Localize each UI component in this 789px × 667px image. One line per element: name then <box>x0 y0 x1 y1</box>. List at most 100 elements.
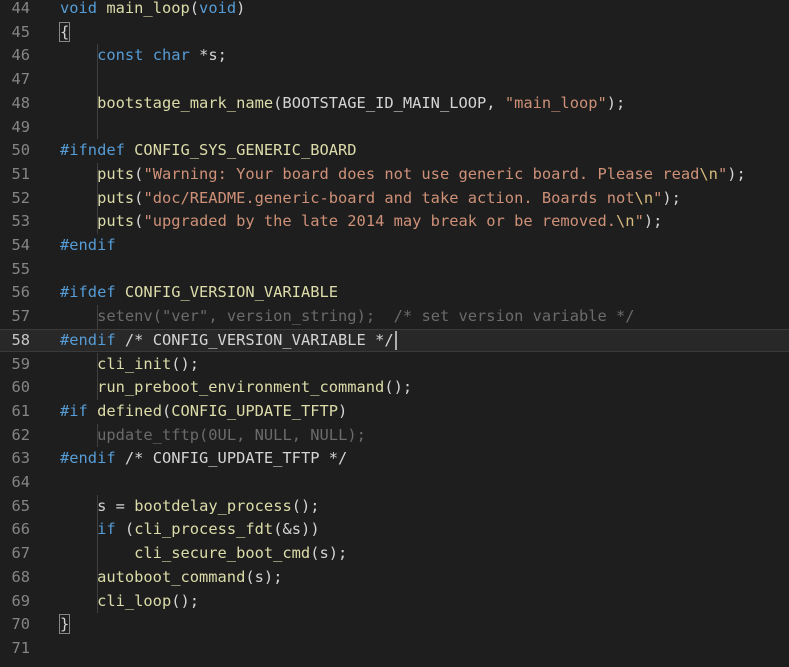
code-editor[interactable]: 44 void main_loop(void) 45{46 const char *… <box>0 0 789 667</box>
line-code: setenv("ver", version_string); /* set ve… <box>60 305 634 329</box>
code-token: ) <box>606 93 617 112</box>
code-token: , <box>486 93 505 112</box>
code-token: ) <box>662 188 672 207</box>
line-number: 57 <box>11 307 30 326</box>
line-number: 53 <box>11 212 30 231</box>
code-line[interactable]: 48 bootstage_mark_name(BOOTSTAGE_ID_MAIN… <box>0 92 789 116</box>
indent-guide <box>96 162 98 234</box>
code-token: , <box>291 425 311 444</box>
code-token: s <box>208 46 218 65</box>
code-token: ; <box>310 496 320 515</box>
code-token: NULL <box>254 425 292 444</box>
code-token: & <box>282 520 292 539</box>
code-token: ; <box>189 354 200 373</box>
code-line[interactable]: 59 cli_init(); <box>0 353 789 377</box>
line-code: autoboot_command(s); <box>60 566 282 590</box>
code-token: void <box>199 0 237 17</box>
line-number: 69 <box>11 591 30 610</box>
code-token: ; <box>338 544 348 563</box>
code-line[interactable]: 67 cli_secure_boot_cmd(s); <box>0 542 789 566</box>
line-code: puts("Warning: Your board does not use g… <box>60 163 746 187</box>
code-line[interactable]: 53 puts("upgraded by the late 2014 may b… <box>0 210 789 234</box>
code-line[interactable]: 69 cli_loop(); <box>0 590 789 614</box>
code-line[interactable]: 68 autoboot_command(s); <box>0 566 789 590</box>
code-token: "ver" <box>161 307 209 326</box>
code-line[interactable]: 50 #ifndef CONFIG_SYS_GENERIC_BOARD <box>0 139 789 163</box>
code-line[interactable]: 71 <box>0 637 789 661</box>
code-line[interactable]: 55 <box>0 258 789 282</box>
code-line[interactable]: 56 #ifdef CONFIG_VERSION_VARIABLE <box>0 281 789 305</box>
line-number: 50 <box>11 141 30 160</box>
code-token: NULL <box>310 425 348 444</box>
code-line[interactable]: 65 s = bootdelay_process(); <box>0 495 789 519</box>
code-token: ( <box>189 0 200 17</box>
code-token: ) <box>263 567 274 586</box>
code-token: "upgraded by the late 2014 may break or … <box>143 212 617 231</box>
code-token: /* CONFIG_VERSION_VARIABLE */ <box>124 330 394 349</box>
code-token: cli_process_fdt <box>134 520 274 539</box>
line-code: #ifndef CONFIG_SYS_GENERIC_BOARD <box>60 139 357 163</box>
line-number: 61 <box>11 401 30 420</box>
line-code: { <box>58 21 71 45</box>
line-number: 68 <box>11 567 30 586</box>
line-number: 66 <box>11 520 30 539</box>
indent-guide <box>96 44 98 140</box>
code-line[interactable]: 64 <box>0 471 789 495</box>
code-token: ) <box>236 0 246 17</box>
code-token: ; <box>217 46 227 65</box>
line-code: void main_loop(void) <box>60 0 245 21</box>
code-line[interactable]: 45 { <box>0 21 789 45</box>
line-code: puts("doc/README.generic-board and take … <box>60 187 681 211</box>
code-line[interactable]: 46 const char *s; <box>0 44 789 68</box>
code-token: #if <box>60 401 88 420</box>
code-line[interactable]: 54 #endif <box>0 234 789 258</box>
code-line[interactable]: 63 #endif /* CONFIG_UPDATE_TFTP */ <box>0 447 789 471</box>
line-number: 60 <box>11 378 30 397</box>
code-token: * <box>199 46 209 65</box>
code-token: cli_init <box>97 354 172 373</box>
code-token: defined <box>97 401 162 420</box>
indent-guide <box>96 305 98 329</box>
code-token: #ifdef <box>60 283 116 302</box>
code-line[interactable]: 52 puts("doc/README.generic-board and ta… <box>0 187 789 211</box>
code-token: puts <box>97 188 135 207</box>
line-number: 58 <box>11 330 30 349</box>
line-number: 51 <box>11 164 30 183</box>
code-line[interactable]: 57 setenv("ver", version_string); /* set… <box>0 305 789 329</box>
code-line[interactable]: 49 <box>0 116 789 140</box>
code-line[interactable]: 61 #if defined(CONFIG_UPDATE_TFTP) <box>0 400 789 424</box>
line-number: 70 <box>11 615 30 634</box>
code-line[interactable]: 70} <box>0 613 789 637</box>
code-line[interactable]: 47 <box>0 68 789 92</box>
code-token: ; <box>616 93 626 112</box>
code-line[interactable]: 51 puts("Warning: Your board does not us… <box>0 163 789 187</box>
code-token: "main_loop" <box>504 93 607 112</box>
code-line[interactable]: 66 if (cli_process_fdt(&s)) <box>0 518 789 542</box>
code-token: setenv <box>97 307 153 326</box>
line-number: 54 <box>11 236 30 254</box>
code-line[interactable]: 44 void main_loop(void) <box>0 0 789 21</box>
code-line[interactable]: 60 run_preboot_environment_command(); <box>0 376 789 400</box>
line-code: cli_init(); <box>60 353 199 377</box>
line-number: 64 <box>11 473 30 491</box>
line-number: 52 <box>11 188 30 207</box>
code-token: = <box>115 496 125 515</box>
code-line[interactable]: 58 #endif /* CONFIG_VERSION_VARIABLE */ <box>0 328 789 353</box>
line-number: 56 <box>11 283 30 302</box>
code-token: "Warning: Your board does not use generi… <box>143 164 700 183</box>
code-token: update_tftp( <box>97 425 209 444</box>
line-code: const char *s; <box>60 44 227 68</box>
code-line[interactable]: 62 update_tftp(0UL, NULL, NULL); <box>0 424 789 448</box>
code-token: ; <box>653 212 663 231</box>
code-token: s <box>254 567 264 586</box>
code-token: { <box>58 21 71 42</box>
code-token: puts <box>97 212 135 231</box>
